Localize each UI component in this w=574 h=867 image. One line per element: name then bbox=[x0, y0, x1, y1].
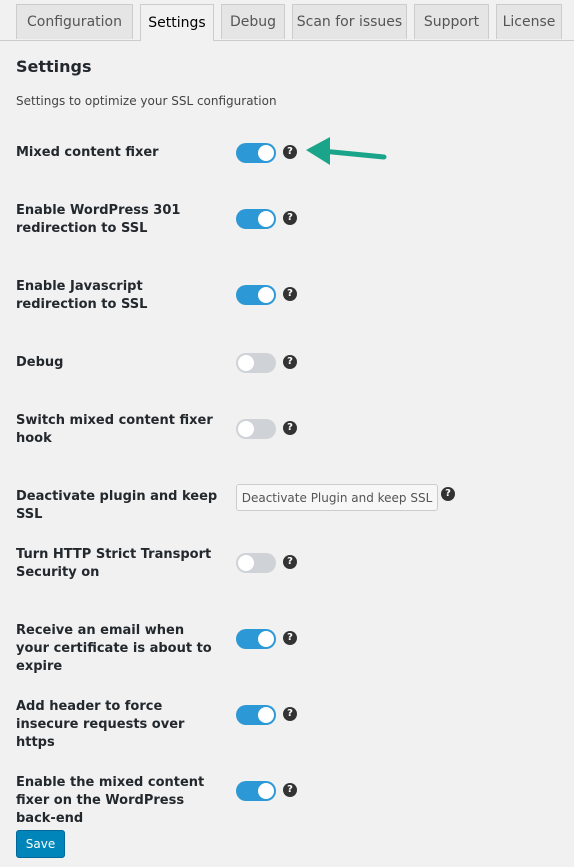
question-circle-icon[interactable]: ? bbox=[283, 631, 297, 645]
question-circle-icon[interactable]: ? bbox=[283, 355, 297, 369]
toggle-knob bbox=[258, 707, 274, 723]
setting-label-mixed-content-fixer: Mixed content fixer bbox=[16, 145, 159, 160]
toggle-knob bbox=[258, 211, 274, 227]
setting-label-wordpress-301-redirect: Enable WordPress 301 redirection to SSL bbox=[16, 203, 181, 236]
setting-label-certificate-expiry-email: Receive an email when your certificate i… bbox=[16, 623, 212, 674]
question-circle-icon[interactable]: ? bbox=[283, 783, 297, 797]
page-title: Settings bbox=[16, 57, 92, 76]
toggle-knob bbox=[258, 145, 274, 161]
tab-debug[interactable]: Debug bbox=[221, 4, 285, 39]
tab-settings[interactable]: Settings bbox=[140, 4, 214, 41]
question-circle-icon[interactable]: ? bbox=[283, 555, 297, 569]
tab-configuration[interactable]: Configuration bbox=[16, 4, 133, 39]
save-button[interactable]: Save bbox=[16, 830, 65, 858]
setting-label-deactivate-plugin: Deactivate plugin and keep SSL bbox=[16, 489, 218, 522]
page-subtitle: Settings to optimize your SSL configurat… bbox=[16, 94, 277, 108]
setting-label-hsts: Turn HTTP Strict Transport Security on bbox=[16, 547, 212, 580]
question-circle-icon[interactable]: ? bbox=[283, 421, 297, 435]
toggle-knob bbox=[238, 421, 254, 437]
toggle-knob bbox=[258, 783, 274, 799]
tab-bar: Configuration Settings Debug Scan for is… bbox=[0, 0, 574, 41]
toggle-knob bbox=[258, 287, 274, 303]
question-circle-icon[interactable]: ? bbox=[283, 287, 297, 301]
question-circle-icon[interactable]: ? bbox=[283, 145, 297, 159]
setting-label-admin-mixed-content-fixer: Enable the mixed content fixer on the Wo… bbox=[16, 775, 205, 826]
tab-license[interactable]: License bbox=[496, 4, 562, 39]
javascript-redirect-toggle[interactable] bbox=[236, 285, 276, 305]
tab-support[interactable]: Support bbox=[414, 4, 489, 39]
green-arrow-icon bbox=[306, 137, 387, 165]
tab-scan-for-issues[interactable]: Scan for issues bbox=[292, 4, 407, 39]
setting-label-debug: Debug bbox=[16, 355, 64, 370]
upgrade-insecure-requests-toggle[interactable] bbox=[236, 705, 276, 725]
question-circle-icon[interactable]: ? bbox=[283, 211, 297, 225]
toggle-knob bbox=[258, 631, 274, 647]
wordpress-301-redirect-toggle[interactable] bbox=[236, 209, 276, 229]
certificate-expiry-email-toggle[interactable] bbox=[236, 629, 276, 649]
switch-mixed-content-hook-toggle[interactable] bbox=[236, 419, 276, 439]
toggle-knob bbox=[238, 555, 254, 571]
deactivate-plugin-button[interactable]: Deactivate Plugin and keep SSL bbox=[236, 484, 438, 511]
admin-mixed-content-fixer-toggle[interactable] bbox=[236, 781, 276, 801]
debug-toggle[interactable] bbox=[236, 353, 276, 373]
hsts-toggle[interactable] bbox=[236, 553, 276, 573]
setting-label-javascript-redirect: Enable Javascript redirection to SSL bbox=[16, 279, 148, 312]
toggle-knob bbox=[238, 355, 254, 371]
question-circle-icon[interactable]: ? bbox=[441, 487, 455, 501]
setting-label-upgrade-insecure-requests: Add header to force insecure requests ov… bbox=[16, 699, 185, 750]
question-circle-icon[interactable]: ? bbox=[283, 707, 297, 721]
setting-label-switch-mixed-content-hook: Switch mixed content fixer hook bbox=[16, 413, 213, 446]
mixed-content-fixer-toggle[interactable] bbox=[236, 143, 276, 163]
